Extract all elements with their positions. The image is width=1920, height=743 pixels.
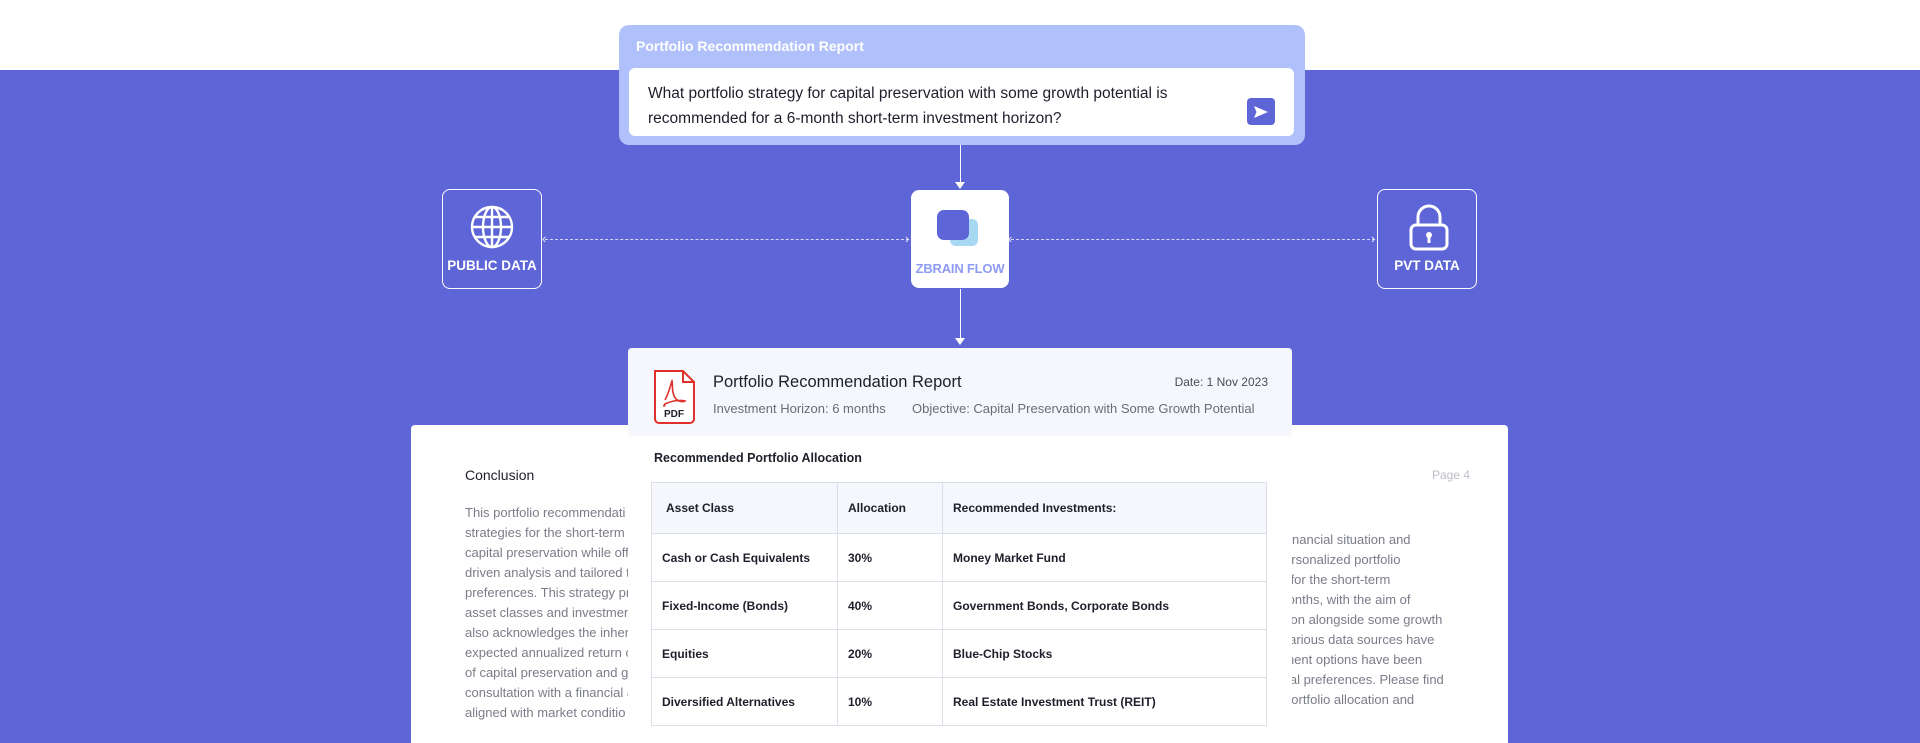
connector-flow-to-report [960, 289, 961, 339]
text-line: estment options have been [1266, 652, 1423, 667]
zbrain-flow-node: ZBRAIN FLOW [911, 190, 1009, 288]
report-date: Date: 1 Nov 2023 [1174, 375, 1268, 389]
column-header: Recommended Investments: [942, 482, 1267, 534]
arrow-to-report [955, 338, 965, 345]
allocation-title: Recommended Portfolio Allocation [654, 451, 862, 465]
table-cell: Equities [651, 629, 838, 678]
connector-query-to-flow [960, 145, 961, 182]
query-input-box[interactable]: What portfolio strategy for capital pres… [629, 68, 1294, 136]
pdf-icon: PDF [654, 370, 695, 424]
private-data-node: PVT DATA [1377, 189, 1477, 289]
report-header: PDF Portfolio Recommendation Report Date… [628, 348, 1292, 436]
table-cell: Diversified Alternatives [651, 677, 838, 726]
report-card: PDF Portfolio Recommendation Report Date… [628, 348, 1292, 743]
table-cell: Money Market Fund [942, 533, 1267, 582]
query-text[interactable]: What portfolio strategy for capital pres… [648, 81, 1223, 131]
text-line: ited for the short-term [1266, 572, 1391, 587]
zbrain-flow-label: ZBRAIN FLOW [915, 261, 1005, 276]
text-line: rvation alongside some growth [1266, 612, 1443, 627]
text-line: a personalized portfolio [1266, 552, 1401, 567]
arrow-to-flow [955, 182, 965, 189]
table-row: Cash or Cash Equivalents 30% Money Marke… [651, 533, 1267, 582]
table-cell: 20% [837, 629, 943, 678]
public-data-node: PUBLIC DATA [442, 189, 542, 289]
table-cell: Cash or Cash Equivalents [651, 533, 838, 582]
private-data-label: PVT DATA [1394, 258, 1460, 273]
document-heading: Conclusion [465, 467, 535, 483]
pdf-label: PDF [664, 409, 684, 420]
report-objective: Objective: Capital Preservation with Som… [912, 401, 1255, 416]
table-row: Fixed-Income (Bonds) 40% Government Bond… [651, 581, 1267, 630]
globe-icon [470, 205, 514, 249]
public-data-label: PUBLIC DATA [447, 258, 537, 273]
table-header-row: Asset Class Allocation Recommended Inves… [651, 482, 1267, 534]
allocation-table: Asset Class Allocation Recommended Inves… [651, 482, 1267, 726]
zbrain-logo-icon [937, 210, 978, 246]
table-cell: Real Estate Investment Trust (REIT) [942, 677, 1267, 726]
send-icon [1254, 105, 1268, 118]
chevron-left-icon: ‹ [542, 231, 547, 246]
table-row: Equities 20% Blue-Chip Stocks [651, 629, 1267, 678]
table-cell: 30% [837, 533, 943, 582]
table-cell: Blue-Chip Stocks [942, 629, 1267, 678]
table-cell: 10% [837, 677, 943, 726]
text-line: vidual preferences. Please find [1266, 672, 1444, 687]
query-card: Portfolio Recommendation Report What por… [619, 25, 1305, 145]
text-line: is, various data sources have [1266, 632, 1435, 647]
report-horizon: Investment Horizon: 6 months [713, 401, 886, 416]
chevron-right-icon: › [1371, 231, 1376, 246]
table-cell: Government Bonds, Corporate Bonds [942, 581, 1267, 630]
report-title: Portfolio Recommendation Report [713, 373, 962, 391]
table-cell: Fixed-Income (Bonds) [651, 581, 838, 630]
column-header: Asset Class [651, 482, 838, 534]
text-line: ific financial situation and [1266, 532, 1411, 547]
page-number: Page 4 [1431, 468, 1470, 482]
document-right-text: ific financial situation and a personali… [1266, 530, 1486, 710]
chevron-right-icon: › [905, 231, 910, 246]
text-line: 5 months, with the aim of [1266, 592, 1411, 607]
send-button[interactable] [1247, 98, 1275, 125]
connector-flow-to-private [1011, 239, 1375, 240]
text-line: ed portfolio allocation and [1266, 692, 1415, 707]
table-cell: 40% [837, 581, 943, 630]
lock-icon [1409, 204, 1449, 251]
table-row: Diversified Alternatives 10% Real Estate… [651, 677, 1267, 726]
column-header: Allocation [837, 482, 943, 534]
connector-public-to-flow [545, 239, 909, 240]
query-title: Portfolio Recommendation Report [636, 38, 864, 54]
